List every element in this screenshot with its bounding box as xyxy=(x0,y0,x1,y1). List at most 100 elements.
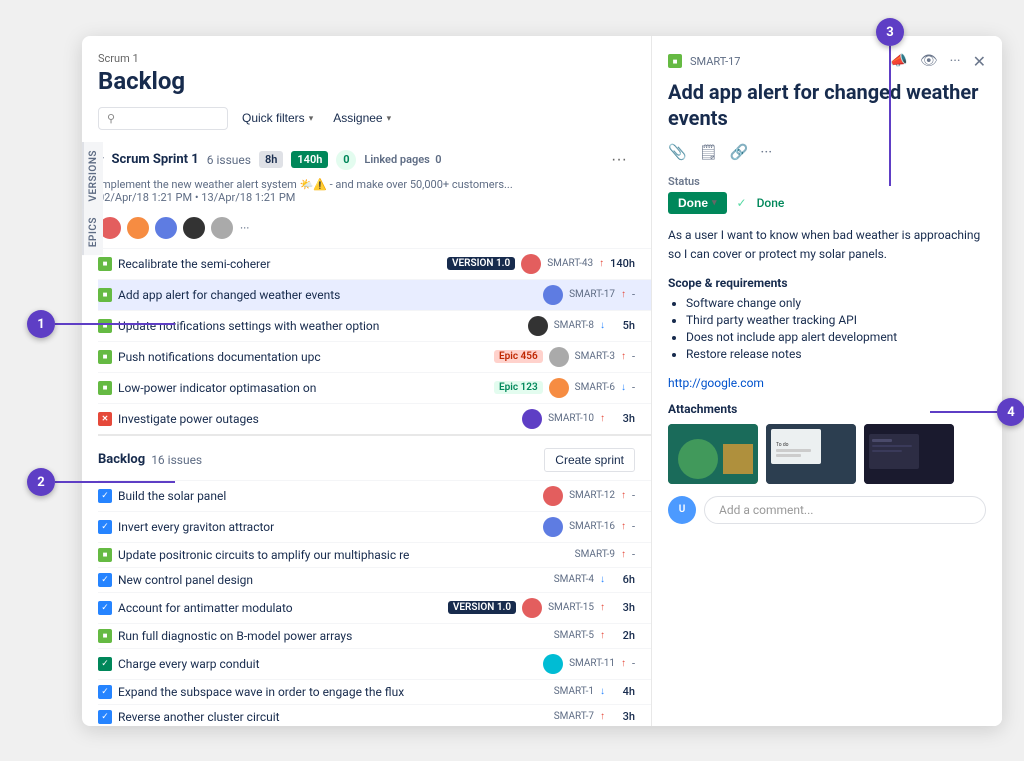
watch-icon[interactable]: 👁 xyxy=(920,53,938,69)
issue-type-badge: ■ xyxy=(668,54,682,68)
search-icon: ⚲ xyxy=(107,112,115,125)
comment-input[interactable]: Add a comment... xyxy=(704,496,986,524)
table-row[interactable]: ■ Update positronic circuits to amplify … xyxy=(98,542,651,567)
avatar-row: ··· xyxy=(98,212,651,248)
avatar xyxy=(154,216,178,240)
avatar xyxy=(182,216,206,240)
table-row[interactable]: ✓ New control panel design SMART-4 ↓ 6h xyxy=(98,567,651,592)
description-text: As a user I want to know when bad weathe… xyxy=(668,226,986,264)
assignee-avatar xyxy=(522,409,542,429)
time-estimate: - xyxy=(632,381,635,394)
table-row[interactable]: ■ Push notifications documentation upc E… xyxy=(98,341,651,372)
quick-filters-button[interactable]: Quick filters ▾ xyxy=(236,107,319,129)
issue-name: Run full diagnostic on B-model power arr… xyxy=(118,629,548,643)
sprint-est3: 0 xyxy=(336,150,356,170)
list-item: Restore release notes xyxy=(686,347,986,361)
done-button[interactable]: Done ▾ xyxy=(668,192,727,214)
link-text[interactable]: http://google.com xyxy=(668,376,986,390)
epics-tab[interactable]: EPICS xyxy=(82,209,103,255)
list-item: Third party weather tracking API xyxy=(686,313,986,327)
smart-id: SMART-3 xyxy=(575,351,615,362)
checkbox-icon: ✓ xyxy=(98,657,112,671)
avatar-more: ··· xyxy=(240,221,249,235)
chevron-down-icon: ▾ xyxy=(309,113,314,124)
version-badge: VERSION 1.0 xyxy=(447,257,515,270)
checkbox-icon: ✓ xyxy=(98,489,112,503)
close-button[interactable]: ✕ xyxy=(973,52,986,71)
main-card: Scrum 1 Backlog ⚲ Quick filters ▾ Assign… xyxy=(82,36,1002,726)
priority-down-icon: ↓ xyxy=(600,574,605,585)
versions-tab[interactable]: VERSIONS xyxy=(82,142,103,210)
priority-up-icon: ↑ xyxy=(621,351,626,362)
priority-down-icon: ↓ xyxy=(600,686,605,697)
table-row[interactable]: ■ Low-power indicator optimasation on Ep… xyxy=(98,372,651,403)
attach-icon[interactable]: 📎 xyxy=(668,143,687,161)
outer-wrapper: 1 2 3 4 Scrum 1 Backlog ⚲ Quick filters … xyxy=(0,0,1024,761)
smart-id: SMART-11 xyxy=(569,658,615,669)
sprint-section: VERSIONS EPICS ▾ Scrum Sprint 1 6 issues… xyxy=(82,142,651,726)
checkbox-icon: ✓ xyxy=(98,710,112,724)
megaphone-icon[interactable]: 📣 xyxy=(890,53,907,69)
table-row[interactable]: ■ Run full diagnostic on B-model power a… xyxy=(98,623,651,648)
assignee-avatar xyxy=(543,517,563,537)
priority-up-icon: ↑ xyxy=(621,658,626,669)
backlog-issues-table: ✓ Build the solar panel SMART-12 ↑ - ✓ I… xyxy=(98,480,651,726)
story-icon: ■ xyxy=(98,350,112,364)
epic-badge: Epic 456 xyxy=(494,350,543,363)
more-options-icon[interactable]: ··· xyxy=(950,53,961,69)
checkbox-icon: ✓ xyxy=(98,685,112,699)
epic-badge: Epic 123 xyxy=(494,381,543,394)
linked-pages-label: Linked pages 0 xyxy=(364,153,441,166)
issue-name: Expand the subspace wave in order to eng… xyxy=(118,685,548,699)
issue-name: Invert every graviton attractor xyxy=(118,520,537,534)
child-issue-icon[interactable]: 🗒 xyxy=(699,143,718,161)
story-icon: ■ xyxy=(98,381,112,395)
attachment-thumb[interactable]: To do xyxy=(766,424,856,484)
table-row[interactable]: ■ Recalibrate the semi-coherer VERSION 1… xyxy=(98,248,651,279)
link-icon[interactable]: 🔗 xyxy=(730,143,749,161)
time-estimate: - xyxy=(632,520,635,533)
attachment-thumb[interactable] xyxy=(668,424,758,484)
assignee-button[interactable]: Assignee ▾ xyxy=(327,107,397,129)
table-row[interactable]: ■ Update notifications settings with wea… xyxy=(98,310,651,341)
action-bar: 📎 🗒 🔗 ··· xyxy=(668,143,986,161)
table-row[interactable]: ✓ Build the solar panel SMART-12 ↑ - xyxy=(98,480,651,511)
table-row[interactable]: ✓ Charge every warp conduit SMART-11 ↑ - xyxy=(98,648,651,679)
svg-text:To do: To do xyxy=(776,442,789,448)
smart-id: SMART-7 xyxy=(554,711,594,722)
smart-id: SMART-17 xyxy=(569,289,615,300)
table-row[interactable]: ✓ Account for antimatter modulato VERSIO… xyxy=(98,592,651,623)
assignee-avatar xyxy=(543,285,563,305)
issue-name: New control panel design xyxy=(118,573,548,587)
priority-up-icon: ↑ xyxy=(621,289,626,300)
smart-id: SMART-1 xyxy=(554,686,594,697)
backlog-count: 16 issues xyxy=(151,453,202,467)
table-row[interactable]: ✓ Expand the subspace wave in order to e… xyxy=(98,679,651,704)
priority-up-icon: ↑ xyxy=(600,413,605,424)
create-sprint-button[interactable]: Create sprint xyxy=(544,448,635,472)
story-icon: ■ xyxy=(98,629,112,643)
scope-list: Software change only Third party weather… xyxy=(668,296,986,364)
checkbox-icon: ✓ xyxy=(98,601,112,615)
comment-section: U Add a comment... xyxy=(668,496,986,524)
issue-actions: 📣 👁 ··· ✕ xyxy=(890,52,986,71)
table-row[interactable]: ■ Add app alert for changed weather even… xyxy=(98,279,651,310)
left-panel: Scrum 1 Backlog ⚲ Quick filters ▾ Assign… xyxy=(82,36,652,726)
table-row[interactable]: ✓ Invert every graviton attractor SMART-… xyxy=(98,511,651,542)
bubble-3: 3 xyxy=(876,18,904,46)
avatar xyxy=(126,216,150,240)
search-box[interactable]: ⚲ xyxy=(98,107,228,130)
chevron-down-icon: ▾ xyxy=(387,113,392,124)
attachments-title: Attachments xyxy=(668,402,986,416)
time-estimate: - xyxy=(632,657,635,670)
table-row[interactable]: ✓ Reverse another cluster circuit SMART-… xyxy=(98,704,651,726)
smart-id: SMART-16 xyxy=(569,521,615,532)
attachment-thumb[interactable] xyxy=(864,424,954,484)
more-actions-icon[interactable]: ··· xyxy=(760,143,772,161)
story-icon: ■ xyxy=(98,288,112,302)
sprint-more-button[interactable]: ··· xyxy=(603,151,635,169)
table-row[interactable]: ✕ Investigate power outages SMART-10 ↑ 3… xyxy=(98,403,651,434)
time-estimate: - xyxy=(632,288,635,301)
issue-title: Add app alert for changed weather events xyxy=(668,79,986,131)
toolbar: ⚲ Quick filters ▾ Assignee ▾ xyxy=(82,107,651,142)
